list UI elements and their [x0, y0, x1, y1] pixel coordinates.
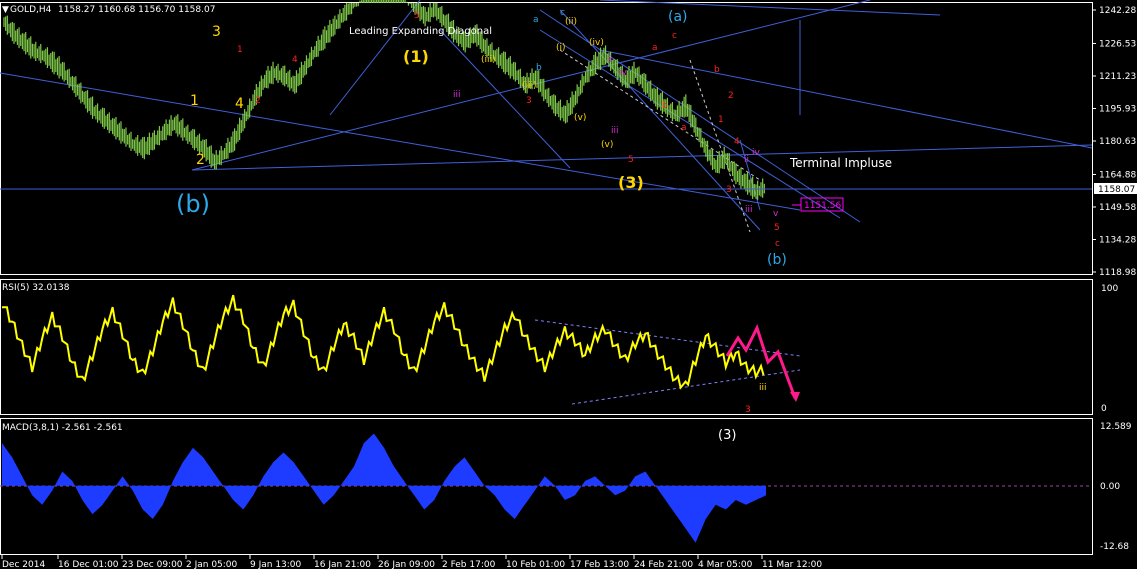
price-tick-label: 1226.53: [1099, 39, 1136, 49]
macd-histogram: [2, 433, 766, 543]
macd-axis: 12.589 0.00 -12.68: [1100, 422, 1132, 552]
wave-1-label: (1): [403, 47, 429, 66]
wave-label: 4: [235, 96, 244, 112]
wave-label: (iii): [522, 81, 537, 91]
price-tick-label: 1211.23: [1099, 72, 1136, 82]
time-label: Dec 2014: [2, 560, 45, 569]
wave-label: ii: [744, 155, 749, 165]
wave-label: ii: [607, 55, 612, 65]
wave-label: 1: [237, 45, 243, 55]
wave-label: 2: [255, 96, 261, 106]
wave-a-top-label: (a): [668, 9, 688, 25]
wave-label: iii: [453, 90, 461, 100]
wave-label: a: [681, 123, 687, 133]
wave-label: 1: [718, 115, 724, 125]
rsi-label: RSI(5) 32.0138: [2, 283, 70, 293]
price-axis: 1242.28 1226.53 1211.23 1195.93 1180.63 1164.…: [1092, 6, 1136, 278]
wave-label: 5: [628, 155, 634, 165]
time-axis: Dec 2014 16 Dec 01:00 23 Dec 09:00 2 Jan 05…: [1, 555, 822, 569]
wave-label: 5: [774, 223, 780, 233]
price-tick-label: 1118.98: [1099, 268, 1136, 278]
wave-label: (iv): [589, 38, 604, 48]
trendline: [689, 59, 751, 233]
wave-label: c: [775, 239, 780, 249]
macd-label: MACD(3,8,1) -2.561 -2.561: [2, 423, 123, 433]
symbol-label: GOLD,H4: [10, 5, 52, 15]
time-label: 16 Jan 21:00: [314, 560, 371, 569]
wave-label: 5: [414, 11, 420, 21]
time-label: 26 Jan 09:00: [378, 560, 435, 569]
wave-label: 2: [728, 91, 734, 101]
leading-diagonal-label: Leading Expanding Diagonal: [349, 26, 492, 37]
time-label: 2 Jan 05:00: [186, 560, 238, 569]
wave-label: (v): [574, 113, 586, 123]
wave-label: 4: [292, 55, 298, 65]
time-label: 10 Feb 01:00: [506, 560, 565, 569]
time-label: 17 Feb 13:00: [570, 560, 629, 569]
macd-tick-label: 0.00: [1100, 482, 1120, 492]
wave-label: b: [714, 65, 720, 75]
chart-canvas: 3 1 4 2 1 2 4 5 iii 3 5 (ii) (iv) (i) (iii) (v) (iii) (v)…: [0, 0, 1137, 569]
dropdown-icon[interactable]: ▼: [2, 5, 9, 15]
target-price-text: 1151.56: [804, 201, 841, 211]
wave-label: 3: [526, 96, 532, 106]
time-label: 23 Dec 09:00: [122, 560, 183, 569]
trendline: [191, 144, 1093, 171]
rsi-tick-label: 0: [1101, 404, 1107, 414]
ohlc-label: 1158.27 1160.68 1156.70 1158.07: [58, 5, 215, 15]
time-label: 16 Dec 01:00: [58, 560, 119, 569]
wave-label: v: [773, 209, 779, 219]
trendline: [539, 9, 861, 223]
wave-label: iii: [759, 383, 767, 393]
wave-label: c: [672, 31, 677, 41]
wave-label: iv: [752, 148, 761, 158]
wave-b-bottom-label: (b): [767, 252, 787, 268]
wave-label: (i): [556, 43, 566, 53]
macd-area: [2, 433, 766, 543]
price-tick-label: 1149.58: [1099, 203, 1136, 213]
price-tick-label: 1195.93: [1099, 104, 1136, 114]
wave-label: b: [536, 63, 542, 73]
trendline: [539, 29, 841, 219]
time-label: 9 Jan 13:00: [250, 560, 302, 569]
wave-label: 4: [734, 137, 740, 147]
wave-label: (v): [601, 140, 613, 150]
price-tick-label: 1134.28: [1099, 235, 1136, 245]
price-tick-label: 1164.88: [1099, 170, 1136, 180]
rsi-wave-3-label: (3): [718, 428, 736, 443]
wave-label: 2: [196, 152, 205, 168]
macd-tick-label: -12.68: [1100, 542, 1129, 552]
wave-label: 3: [212, 24, 221, 40]
wave-label: iii: [611, 126, 619, 136]
rsi-line: [2, 294, 765, 390]
wave-label: iv: [619, 68, 628, 78]
trendlines: [0, 0, 1093, 233]
terminal-impulse-label: Terminal Impluse: [789, 156, 892, 170]
wave-label: iii: [745, 205, 753, 215]
rsi-tick-label: 100: [1101, 284, 1118, 294]
wave-label: 3: [745, 405, 751, 415]
wave-b-big-label: (b): [176, 190, 210, 218]
wave-label: a: [533, 15, 539, 25]
forecast-arrowhead: [790, 392, 800, 402]
wave-label: c: [560, 8, 565, 18]
wave-label: b: [662, 101, 668, 111]
wave-label: 1: [190, 93, 199, 109]
time-label: 11 Mar 12:00: [762, 560, 822, 569]
current-price-text: 1158.07: [1098, 185, 1135, 195]
wave-3-label: (3): [618, 173, 644, 192]
macd-tick-label: 12.589: [1100, 422, 1132, 432]
price-tick-label: 1180.63: [1099, 137, 1136, 147]
wave-label: 3: [726, 185, 732, 195]
rsi-panel-frame: [0, 279, 1093, 415]
time-label: 24 Feb 21:00: [634, 560, 693, 569]
wave-label: (ii): [565, 17, 577, 27]
time-label: 2 Feb 17:00: [442, 560, 496, 569]
price-tick-label: 1242.28: [1099, 6, 1136, 16]
wave-label: (iii): [481, 55, 496, 65]
wave-label: a: [652, 43, 658, 53]
time-label: 4 Mar 05:00: [698, 560, 753, 569]
rsi-axis: 100 0: [1101, 284, 1118, 414]
